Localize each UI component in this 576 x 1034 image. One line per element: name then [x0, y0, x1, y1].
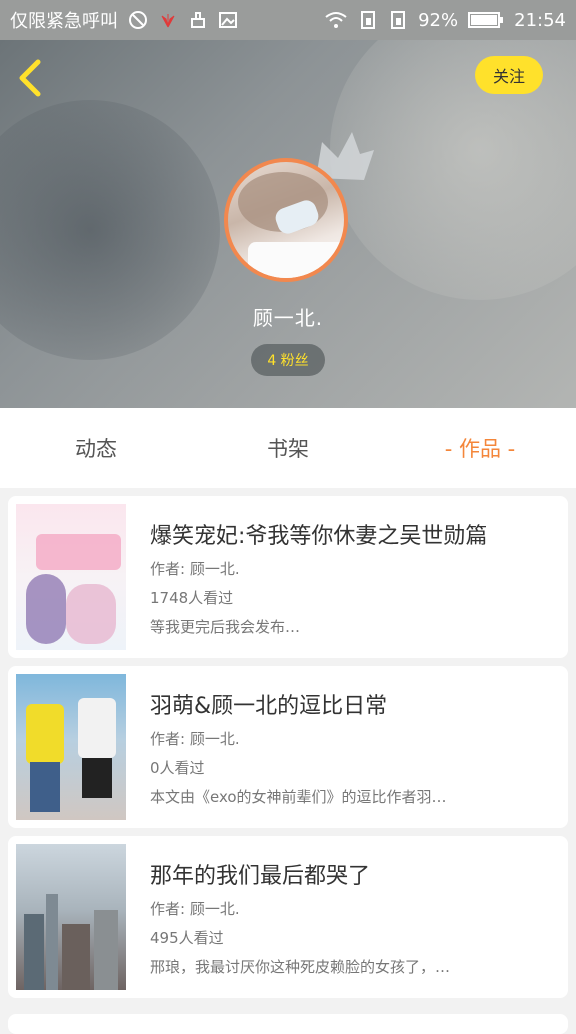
carrier-text: 仅限紧急呼叫 — [10, 11, 118, 32]
book-summary: 本文由《exo的女神前辈们》的逗比作者羽… — [150, 788, 447, 806]
work-card[interactable]: 爆笑宠妃:爷我等你休妻之吴世勋篇 作者: 顾一北. 1748人看过 等我更完后我… — [8, 496, 568, 658]
book-author: 作者: 顾一北. — [150, 560, 240, 578]
work-card[interactable]: 那年的我们最后都哭了 作者: 顾一北. 495人看过 邢琅，我最讨厌你这种死皮赖… — [8, 836, 568, 998]
book-author: 作者: 顾一北. — [150, 730, 240, 748]
tab-bookshelf[interactable]: 书架 — [192, 433, 384, 463]
work-card-partial[interactable] — [8, 1014, 568, 1034]
profile-header: 关注 顾一北. 4 粉丝 — [0, 40, 576, 408]
back-button[interactable] — [14, 58, 48, 98]
block-icon — [129, 11, 147, 29]
book-cover — [16, 504, 126, 650]
follow-button[interactable]: 关注 — [475, 56, 543, 94]
book-author: 作者: 顾一北. — [150, 900, 240, 918]
huawei-logo-icon — [161, 14, 175, 28]
battery-icon — [468, 12, 504, 28]
book-title: 羽萌&顾一北的逗比日常 — [150, 694, 388, 719]
book-title: 那年的我们最后都哭了 — [150, 864, 371, 889]
battery-percent: 92% — [418, 9, 459, 31]
image-icon — [219, 12, 237, 28]
username: 顾一北. — [252, 306, 324, 330]
book-title: 爆笑宠妃:爷我等你休妻之吴世勋篇 — [150, 524, 488, 549]
sim1-icon — [361, 11, 376, 29]
tab-works[interactable]: - 作品 - — [384, 433, 576, 463]
book-views: 0人看过 — [150, 759, 205, 777]
sim2-icon — [391, 11, 406, 29]
works-list: 爆笑宠妃:爷我等你休妻之吴世勋篇 作者: 顾一北. 1748人看过 等我更完后我… — [8, 496, 568, 1006]
avatar[interactable] — [224, 158, 348, 282]
clock: 21:54 — [514, 9, 566, 31]
work-card[interactable]: 羽萌&顾一北的逗比日常 作者: 顾一北. 0人看过 本文由《exo的女神前辈们》… — [8, 666, 568, 828]
book-views: 1748人看过 — [150, 589, 234, 607]
status-bar: 仅限紧急呼叫 92% 21:54 — [0, 0, 576, 40]
tab-activity[interactable]: 动态 — [0, 433, 192, 463]
cleaner-icon — [191, 12, 205, 28]
book-summary: 邢琅，我最讨厌你这种死皮赖脸的女孩了，… — [150, 958, 451, 976]
book-cover — [16, 844, 126, 990]
book-views: 495人看过 — [150, 929, 224, 947]
tab-bar: 动态 书架 - 作品 - — [0, 408, 576, 488]
fans-count-badge[interactable]: 4 粉丝 — [251, 344, 325, 376]
book-cover — [16, 674, 126, 820]
wifi-icon — [325, 12, 347, 28]
book-summary: 等我更完后我会发布… — [150, 618, 301, 636]
